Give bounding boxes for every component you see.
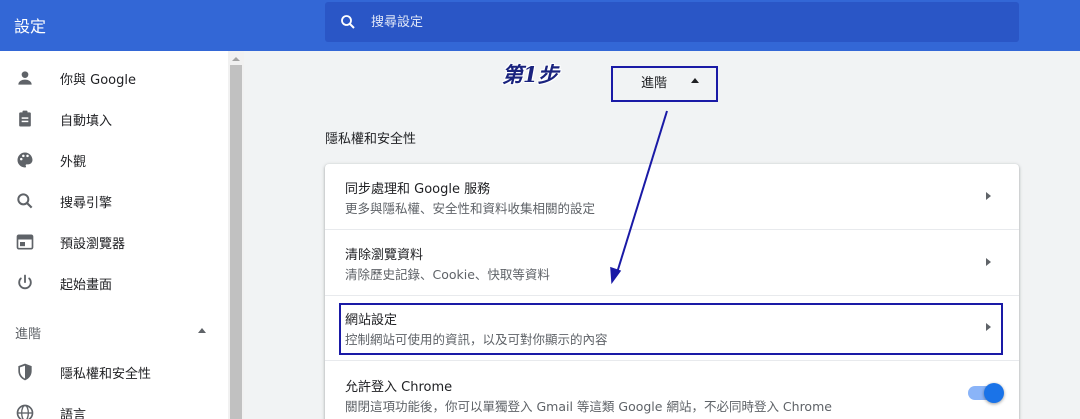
sidebar-item-autofill[interactable]: 自動填入 [0,99,228,139]
scroll-up-arrow-icon[interactable] [232,57,240,61]
toggle-knob [984,383,1004,403]
sidebar-advanced-label: 進階 [15,327,42,342]
search-box[interactable] [325,2,1019,42]
divider [325,360,1019,361]
palette-icon [17,152,33,168]
person-icon [18,71,32,85]
sidebar-advanced-toggle[interactable]: 進階 [0,313,228,349]
chevron-right-icon [986,258,991,266]
sidebar-item-label: 起始畫面 [60,277,113,293]
row-title: 清除瀏覽資料 [345,248,424,263]
sidebar-item-label: 語言 [60,407,87,419]
sidebar-item-on-startup[interactable]: 起始畫面 [0,263,228,303]
caret-up-icon [691,78,699,83]
advanced-toggle-label: 進階 [641,76,668,91]
row-subtitle: 更多與隱私權、安全性和資料收集相關的設定 [345,201,596,216]
row-title: 允許登入 Chrome [345,380,453,395]
advanced-toggle[interactable]: 進階 [611,66,718,102]
browser-icon [16,234,34,250]
power-icon [18,274,32,290]
search-icon [341,15,355,29]
row-subtitle: 關閉這項功能後，你可以單獨登入 Gmail 等這類 Google 網站，不必同時… [345,399,832,414]
site-settings-highlight-box [339,303,1003,355]
sidebar-item-languages[interactable]: 語言 [0,393,228,419]
privacy-settings-card: 同步處理和 Google 服務 更多與隱私權、安全性和資料收集相關的設定 清除瀏… [325,164,1019,419]
sidebar-item-label: 隱私權和安全性 [60,366,152,382]
sidebar-item-label: 外觀 [60,154,87,170]
sidebar-scrollbar[interactable] [228,51,244,419]
row-subtitle: 清除歷史記錄、Cookie、快取等資料 [345,267,550,282]
clipboard-icon [19,110,31,127]
sidebar: 你與 Google 自動填入 外觀 搜尋引擎 預設瀏覽器 起始畫面 進階 隱私權… [0,51,244,419]
sidebar-item-default-browser[interactable]: 預設瀏覽器 [0,222,228,262]
search-input[interactable] [371,10,971,34]
sidebar-item-privacy-security[interactable]: 隱私權和安全性 [0,352,228,392]
sidebar-item-appearance[interactable]: 外觀 [0,140,228,180]
section-title: 隱私權和安全性 [325,132,417,147]
app-title: 設定 [14,17,47,36]
caret-up-icon [198,328,206,333]
settings-row-sync-google-services[interactable]: 同步處理和 Google 服務 更多與隱私權、安全性和資料收集相關的設定 [325,164,1019,229]
step-annotation: 第1步 [502,62,559,87]
sidebar-item-you-and-google[interactable]: 你與 Google [0,58,228,98]
sidebar-item-label: 預設瀏覽器 [60,236,126,252]
globe-icon [16,404,34,419]
search-icon [17,193,33,209]
allow-sign-in-toggle[interactable] [968,383,1004,403]
sidebar-item-label: 你與 Google [60,72,136,88]
sidebar-item-label: 自動填入 [60,113,113,129]
chevron-right-icon [986,192,991,200]
sidebar-item-search-engine[interactable]: 搜尋引擎 [0,181,228,221]
settings-row-clear-browsing-data[interactable]: 清除瀏覽資料 清除歷史記錄、Cookie、快取等資料 [325,230,1019,295]
row-title: 同步處理和 Google 服務 [345,182,491,197]
shield-icon [18,363,32,381]
sidebar-item-label: 搜尋引擎 [60,195,113,211]
scrollbar-thumb[interactable] [230,65,242,419]
settings-row-allow-chrome-sign-in: 允許登入 Chrome 關閉這項功能後，你可以單獨登入 Gmail 等這類 Go… [325,362,1019,419]
top-bar: 設定 [0,0,1080,51]
